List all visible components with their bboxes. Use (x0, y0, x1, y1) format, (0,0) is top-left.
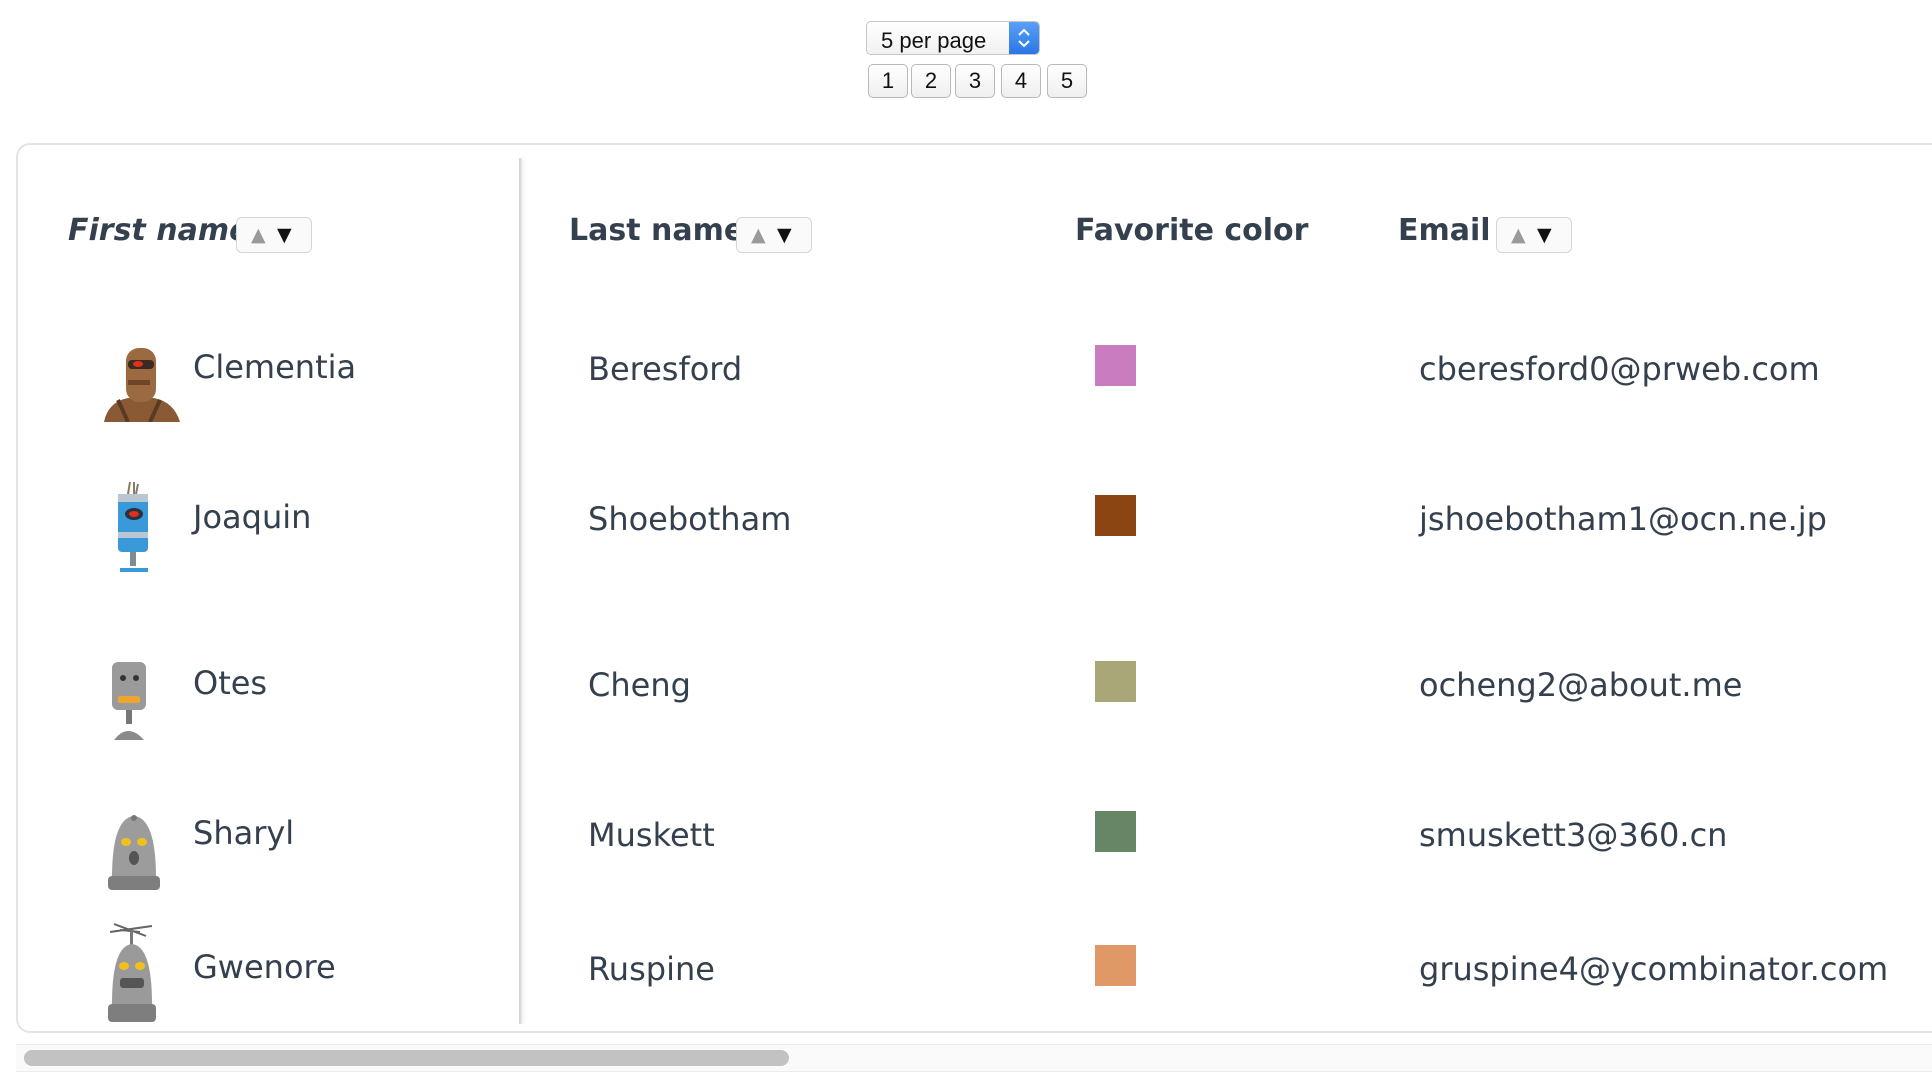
first-name-cell: Sharyl (193, 814, 295, 852)
email-cell: gruspine4@ycombinator.com (1419, 950, 1889, 988)
header-favorite-color: Favorite color (1075, 213, 1309, 248)
per-page-value: 5 per page (881, 28, 987, 53)
header-email: Email (1398, 213, 1491, 248)
sort-descending-icon: ▼ (1537, 224, 1552, 246)
robot-avatar-icon (104, 808, 164, 894)
sort-first-name-button[interactable]: ▲ ▼ (236, 217, 312, 253)
sort-ascending-icon: ▲ (251, 224, 266, 246)
last-name-cell: Ruspine (588, 950, 715, 988)
last-name-cell: Muskett (588, 816, 715, 854)
frozen-column-divider (519, 158, 522, 1024)
header-first-name: First name (68, 213, 250, 248)
per-page-select[interactable]: 5 per page (866, 21, 1040, 55)
email-cell: cberesford0@prweb.com (1419, 350, 1820, 388)
robot-avatar-icon (98, 340, 182, 426)
page-button-2[interactable]: 2 (911, 64, 951, 98)
sort-ascending-icon: ▲ (751, 224, 766, 246)
sort-ascending-icon: ▲ (1511, 224, 1526, 246)
robot-avatar-icon (100, 922, 164, 1026)
last-name-cell: Beresford (588, 350, 743, 388)
last-name-cell: Cheng (588, 666, 691, 704)
page-button-5[interactable]: 5 (1047, 64, 1087, 98)
page-button-3[interactable]: 3 (955, 64, 995, 98)
table-container (16, 143, 1932, 1033)
color-swatch (1095, 495, 1136, 536)
page-button-1[interactable]: 1 (868, 64, 908, 98)
email-cell: ocheng2@about.me (1419, 666, 1743, 704)
last-name-cell: Shoebotham (588, 500, 792, 538)
email-cell: smuskett3@360.cn (1419, 816, 1728, 854)
first-name-cell: Clementia (193, 348, 357, 386)
color-swatch (1095, 945, 1136, 986)
first-name-cell: Joaquin (193, 498, 312, 536)
color-swatch (1095, 811, 1136, 852)
sort-email-button[interactable]: ▲ ▼ (1496, 217, 1572, 253)
email-cell: jshoebotham1@ocn.ne.jp (1419, 500, 1827, 538)
horizontal-scrollbar-thumb[interactable] (24, 1050, 789, 1066)
page-button-4[interactable]: 4 (1001, 64, 1041, 98)
header-last-name: Last name (569, 213, 745, 248)
color-swatch (1095, 345, 1136, 386)
robot-avatar-icon (108, 660, 158, 744)
color-swatch (1095, 661, 1136, 702)
sort-descending-icon: ▼ (777, 224, 792, 246)
first-name-cell: Gwenore (193, 948, 336, 986)
sort-descending-icon: ▼ (277, 224, 292, 246)
select-arrows-icon (1009, 22, 1039, 54)
robot-avatar-icon (108, 480, 158, 576)
sort-last-name-button[interactable]: ▲ ▼ (736, 217, 812, 253)
first-name-cell: Otes (193, 664, 268, 702)
